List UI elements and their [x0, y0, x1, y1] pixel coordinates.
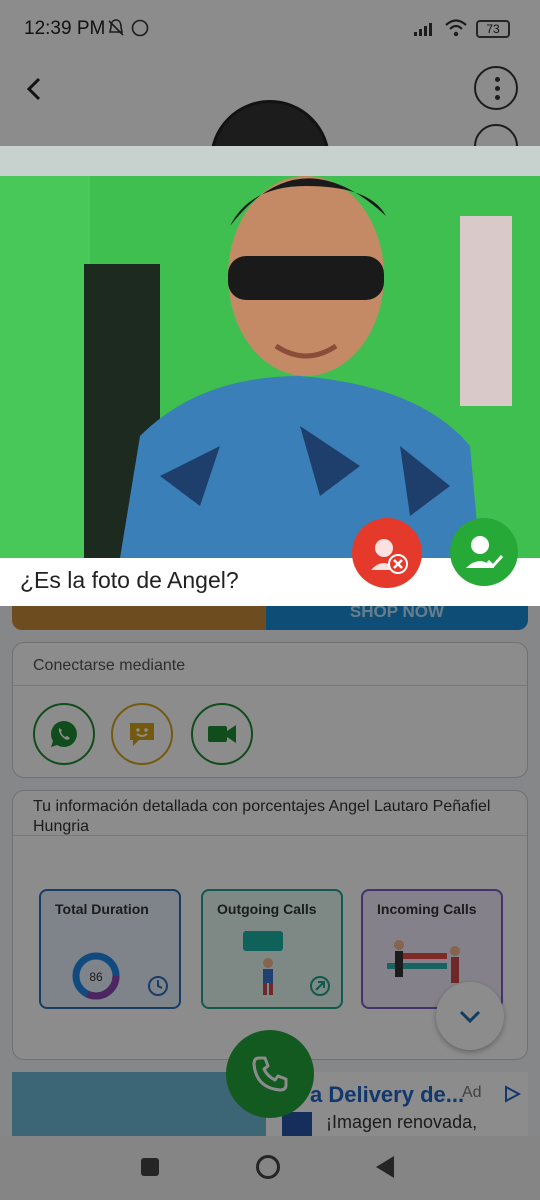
photo-question: ¿Es la foto de Angel?	[20, 567, 239, 593]
person-reject-icon	[371, 539, 408, 574]
contact-photo	[0, 146, 540, 558]
accept-photo-button[interactable]	[450, 518, 518, 586]
person-accept-icon	[466, 536, 504, 569]
reject-photo-button[interactable]	[352, 518, 422, 588]
photo-illustration	[0, 146, 540, 558]
